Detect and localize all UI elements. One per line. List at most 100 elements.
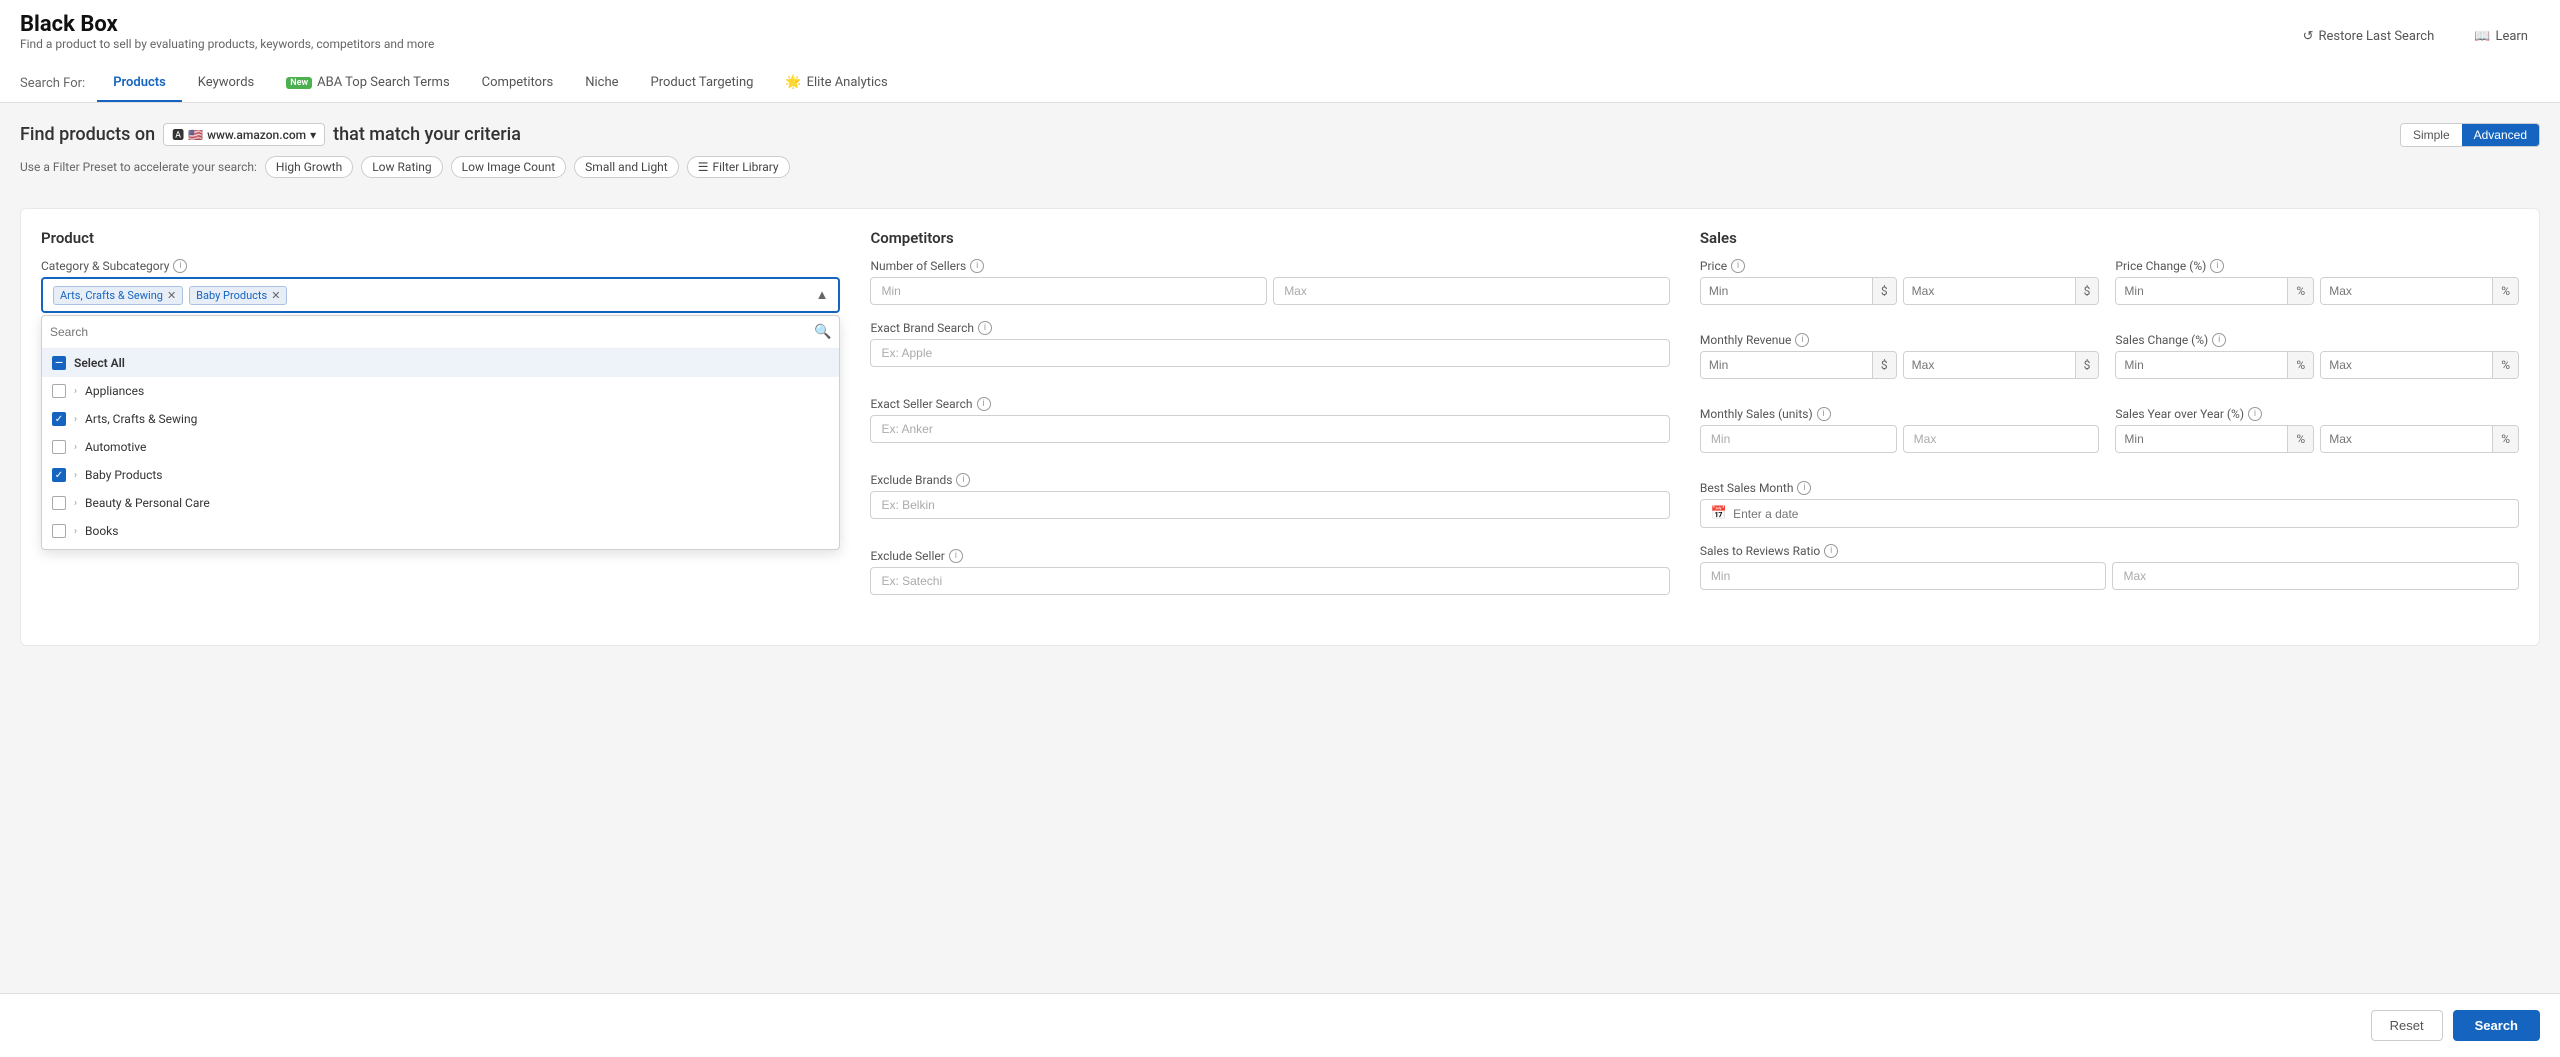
restore-last-search-button[interactable]: ↺ Restore Last Search (2291, 21, 2447, 52)
exact-seller-label: Exact Seller Search i (870, 397, 1669, 411)
preset-small-and-light[interactable]: Small and Light (574, 156, 679, 178)
number-of-sellers-label: Number of Sellers i (870, 259, 1669, 273)
sales-yoy-max[interactable] (2321, 426, 2492, 452)
exact-brand-input[interactable] (870, 339, 1669, 367)
find-products-suffix: that match your criteria (333, 124, 521, 145)
expand-icon: › (74, 526, 77, 537)
tab-elite-analytics[interactable]: 🌟 Elite Analytics (769, 65, 903, 102)
chevron-down-icon: ▾ (310, 128, 316, 142)
automotive-checkbox[interactable] (52, 440, 66, 454)
sales-change-max[interactable] (2321, 352, 2492, 378)
list-item[interactable]: ✓ › Arts, Crafts & Sewing (42, 405, 839, 433)
category-label: Category & Subcategory i (41, 259, 840, 273)
list-item[interactable]: › Camera & Photo (42, 545, 839, 549)
sales-change-info-icon[interactable]: i (2212, 333, 2226, 347)
baby-checkbox[interactable]: ✓ (52, 468, 66, 482)
simple-view-button[interactable]: Simple (2401, 124, 2462, 146)
list-item[interactable]: › Appliances (42, 377, 839, 405)
arts-checkbox[interactable]: ✓ (52, 412, 66, 426)
expand-icon: › (74, 470, 77, 481)
appliances-checkbox[interactable] (52, 384, 66, 398)
exclude-seller-input[interactable] (870, 567, 1669, 595)
expand-icon: › (74, 498, 77, 509)
sellers-min[interactable] (870, 277, 1267, 305)
price-max[interactable] (1904, 278, 2075, 304)
tab-niche[interactable]: Niche (569, 65, 634, 102)
tab-keywords[interactable]: Keywords (182, 65, 270, 102)
price-info-icon[interactable]: i (1731, 259, 1745, 273)
seller-info-icon[interactable]: i (977, 397, 991, 411)
revenue-row: Monthly Revenue i $ $ (1700, 333, 2519, 393)
tab-aba[interactable]: New ABA Top Search Terms (270, 65, 465, 102)
category-select-box[interactable]: Arts, Crafts & Sewing ✕ Baby Products ✕ … (41, 277, 840, 313)
filter-library-button[interactable]: ☰ Filter Library (687, 156, 790, 178)
price-change-section: Price Change (%) i % % (2115, 259, 2519, 319)
revenue-min[interactable] (1701, 352, 1872, 378)
remove-baby-tag[interactable]: ✕ (271, 289, 280, 302)
presets-label: Use a Filter Preset to accelerate your s… (20, 160, 257, 174)
sales-yoy-info-icon[interactable]: i (2248, 407, 2262, 421)
expand-icon: › (74, 386, 77, 397)
preset-high-growth[interactable]: High Growth (265, 156, 353, 178)
sales-to-reviews-max[interactable] (2112, 562, 2519, 590)
preset-low-image-count[interactable]: Low Image Count (451, 156, 567, 178)
price-change-min-suffix: % (2287, 278, 2313, 304)
exclude-brands-input[interactable] (870, 491, 1669, 519)
price-row: Price i $ $ (1700, 259, 2519, 319)
tab-competitors[interactable]: Competitors (466, 65, 570, 102)
beauty-checkbox[interactable] (52, 496, 66, 510)
sales-yoy-max-suffix: % (2492, 426, 2518, 452)
list-item[interactable]: ✓ › Baby Products (42, 461, 839, 489)
new-badge: New (286, 77, 312, 89)
dropdown-search-area: 🔍 (42, 316, 839, 349)
monthly-sales-min[interactable] (1700, 425, 1897, 453)
exact-brand-label: Exact Brand Search i (870, 321, 1669, 335)
sellers-info-icon[interactable]: i (970, 259, 984, 273)
list-item[interactable]: › Beauty & Personal Care (42, 489, 839, 517)
sales-section: Sales Price i $ (1700, 229, 2519, 625)
competitors-section: Competitors Number of Sellers i Exac (870, 229, 1669, 625)
flag-icon: 🇺🇸 (188, 128, 203, 142)
sales-to-reviews-min[interactable] (1700, 562, 2107, 590)
brand-info-icon[interactable]: i (978, 321, 992, 335)
monthly-sales-max[interactable] (1903, 425, 2100, 453)
reset-button[interactable]: Reset (2371, 1010, 2443, 1041)
sales-to-reviews-info-icon[interactable]: i (1824, 544, 1838, 558)
advanced-view-button[interactable]: Advanced (2462, 124, 2539, 146)
competitors-section-title: Competitors (870, 229, 1669, 247)
sales-change-min[interactable] (2116, 352, 2287, 378)
monthly-revenue-info-icon[interactable]: i (1795, 333, 1809, 347)
simple-advanced-toggle: Simple Advanced (2400, 123, 2540, 147)
best-sales-info-icon[interactable]: i (1797, 481, 1811, 495)
category-search-input[interactable] (50, 325, 814, 339)
price-change-info-icon[interactable]: i (2210, 259, 2224, 273)
tab-product-targeting[interactable]: Product Targeting (635, 65, 770, 102)
search-button[interactable]: Search (2453, 1010, 2540, 1041)
price-change-min[interactable] (2116, 278, 2287, 304)
sellers-max[interactable] (1273, 277, 1670, 305)
tab-products[interactable]: Products (97, 65, 182, 102)
learn-button[interactable]: 📖 Learn (2462, 21, 2540, 52)
monthly-revenue-section: Monthly Revenue i $ $ (1700, 333, 2100, 393)
remove-arts-tag[interactable]: ✕ (167, 289, 176, 302)
exact-seller-input[interactable] (870, 415, 1669, 443)
price-min[interactable] (1701, 278, 1872, 304)
best-sales-date-input[interactable] (1733, 507, 2508, 521)
price-change-max[interactable] (2321, 278, 2492, 304)
monthly-sales-info-icon[interactable]: i (1817, 407, 1831, 421)
category-info-icon[interactable]: i (173, 259, 187, 273)
select-all-item[interactable]: — Select All (42, 349, 839, 377)
category-dropdown-wrapper: Arts, Crafts & Sewing ✕ Baby Products ✕ … (41, 277, 840, 313)
exclude-seller-info-icon[interactable]: i (949, 549, 963, 563)
list-item[interactable]: › Books (42, 517, 839, 545)
sales-change-max-wrapper: % (2320, 351, 2519, 379)
amazon-selector[interactable]: 🅰 🇺🇸 www.amazon.com ▾ (163, 123, 325, 146)
revenue-max[interactable] (1904, 352, 2075, 378)
preset-low-rating[interactable]: Low Rating (361, 156, 442, 178)
select-all-checkbox[interactable]: — (52, 356, 66, 370)
books-checkbox[interactable] (52, 524, 66, 538)
expand-icon: › (74, 442, 77, 453)
list-item[interactable]: › Automotive (42, 433, 839, 461)
sales-yoy-min[interactable] (2116, 426, 2287, 452)
exclude-brands-info-icon[interactable]: i (956, 473, 970, 487)
